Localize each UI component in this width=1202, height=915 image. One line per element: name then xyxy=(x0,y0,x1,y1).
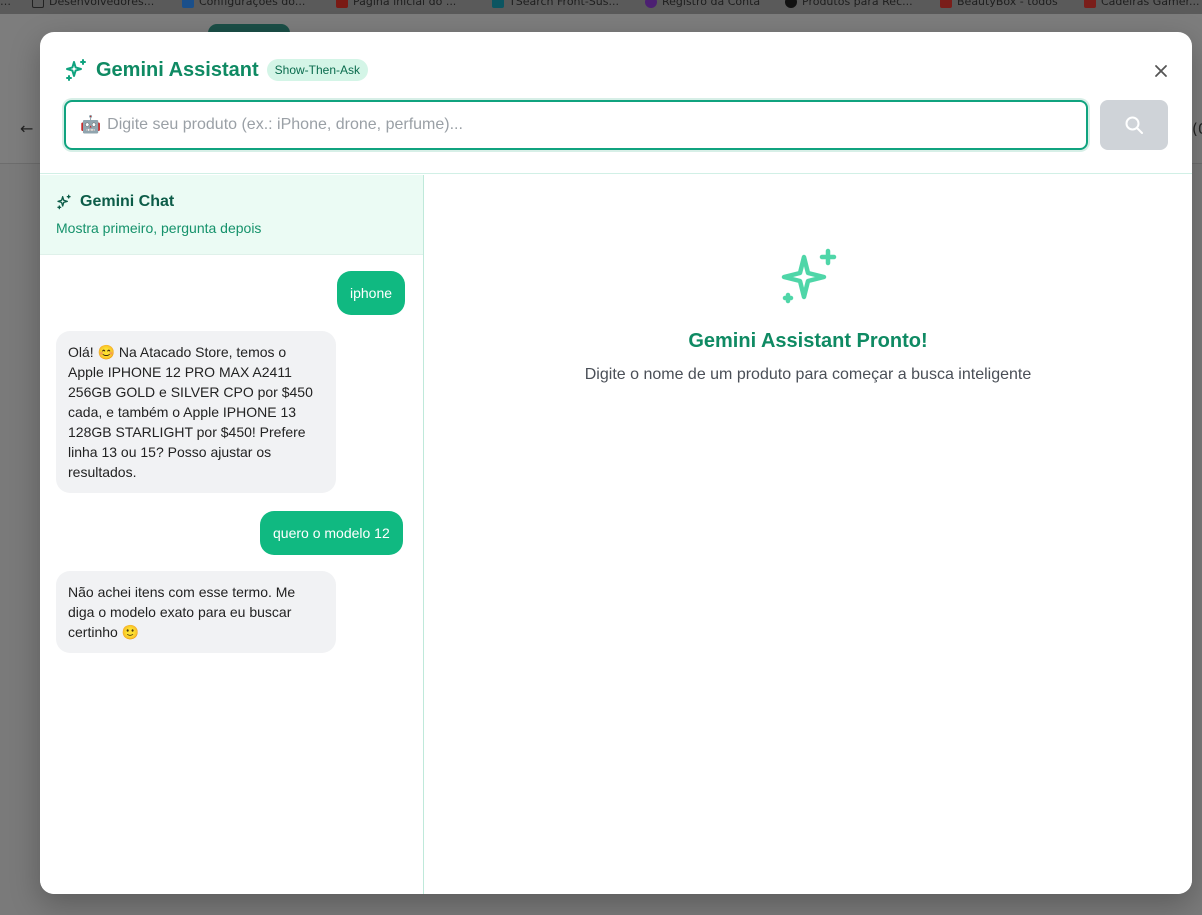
bookmark-label: Desenvolvedores... xyxy=(49,0,155,8)
bookmark-favicon-icon xyxy=(785,0,797,8)
close-icon xyxy=(1155,65,1167,77)
chat-title: Gemini Chat xyxy=(80,193,175,210)
bookmark-label: Página inicial do ... xyxy=(353,0,457,8)
bookmark-label: Produtos para Rec... xyxy=(802,0,913,8)
bookmark-item[interactable]: Produtos para Rec... xyxy=(785,0,913,8)
ready-title: Gemini Assistant Pronto! xyxy=(688,330,928,352)
search-button[interactable] xyxy=(1100,100,1168,150)
modal-header: Gemini Assistant Show-Then-Ask 🤖 xyxy=(40,32,1192,174)
sparkles-icon xyxy=(57,194,71,210)
robot-icon: 🤖 xyxy=(80,115,102,135)
bookmark-label: BeautyBox - todos xyxy=(957,0,1058,8)
bookmark-item[interactable]: Página inicial do ... xyxy=(336,0,456,8)
background-fragment: (0 xyxy=(1192,120,1202,138)
assistant-message: Olá! 😊 Na Atacado Store, temos o Apple I… xyxy=(56,331,336,493)
results-panel: Gemini Assistant Pronto! Digite o nome d… xyxy=(424,175,1192,894)
bookmark-item[interactable]: Configurações do... xyxy=(182,0,305,8)
folder-icon xyxy=(32,0,44,8)
bookmark-item[interactable]: BeautyBox - todos xyxy=(940,0,1058,8)
bookmark-item[interactable]: TSearch Front-Sus... xyxy=(492,0,619,8)
search-field[interactable]: 🤖 xyxy=(64,100,1088,150)
search-input[interactable] xyxy=(107,110,1068,140)
sparkles-icon xyxy=(64,58,88,82)
back-arrow-icon[interactable]: ← xyxy=(20,119,33,138)
bookmark-item[interactable]: Registro da Conta xyxy=(645,0,760,8)
search-icon xyxy=(1125,116,1143,134)
gemini-assistant-modal: Gemini Assistant Show-Then-Ask 🤖 Digite … xyxy=(40,32,1192,894)
bookmark-label: Configurações do... xyxy=(199,0,306,8)
bookmark-item[interactable]: Cadeiras Gamer... xyxy=(1084,0,1199,8)
chat-header: Gemini Chat Mostra primeiro, pergunta de… xyxy=(40,175,423,255)
ready-subtitle: Digite o nome de um produto para começar… xyxy=(584,366,1032,383)
bookmark-label: Registro da Conta xyxy=(662,0,761,8)
chat-subtitle: Mostra primeiro, pergunta depois xyxy=(56,220,262,236)
assistant-message: Não achei itens com esse termo. Me diga … xyxy=(56,571,336,653)
bookmark-favicon-icon xyxy=(1084,0,1096,8)
bookmark-item[interactable]: … xyxy=(0,0,11,8)
bookmark-favicon-icon xyxy=(940,0,952,8)
bookmarks-bar: … Desenvolvedores... Configurações do...… xyxy=(0,0,1202,14)
bookmark-favicon-icon xyxy=(336,0,348,8)
user-message: iphone xyxy=(337,271,406,315)
mode-badge: Show-Then-Ask xyxy=(266,59,369,81)
user-message: quero o modelo 12 xyxy=(260,511,403,555)
chat-panel: Gemini Chat Mostra primeiro, pergunta de… xyxy=(40,175,424,894)
close-button[interactable] xyxy=(1150,60,1172,82)
bookmark-label: TSearch Front-Sus... xyxy=(509,0,619,8)
bookmark-label: Cadeiras Gamer... xyxy=(1101,0,1200,8)
bookmark-favicon-icon xyxy=(182,0,194,8)
modal-title-row: Gemini Assistant Show-Then-Ask xyxy=(64,56,369,84)
bookmark-favicon-icon xyxy=(645,0,657,8)
sparkles-icon xyxy=(781,248,837,304)
modal-title: Gemini Assistant xyxy=(96,58,259,81)
bookmark-item[interactable]: Desenvolvedores... xyxy=(32,0,154,8)
bookmark-favicon-icon xyxy=(492,0,504,8)
chat-title-row: Gemini Chat xyxy=(56,193,174,211)
